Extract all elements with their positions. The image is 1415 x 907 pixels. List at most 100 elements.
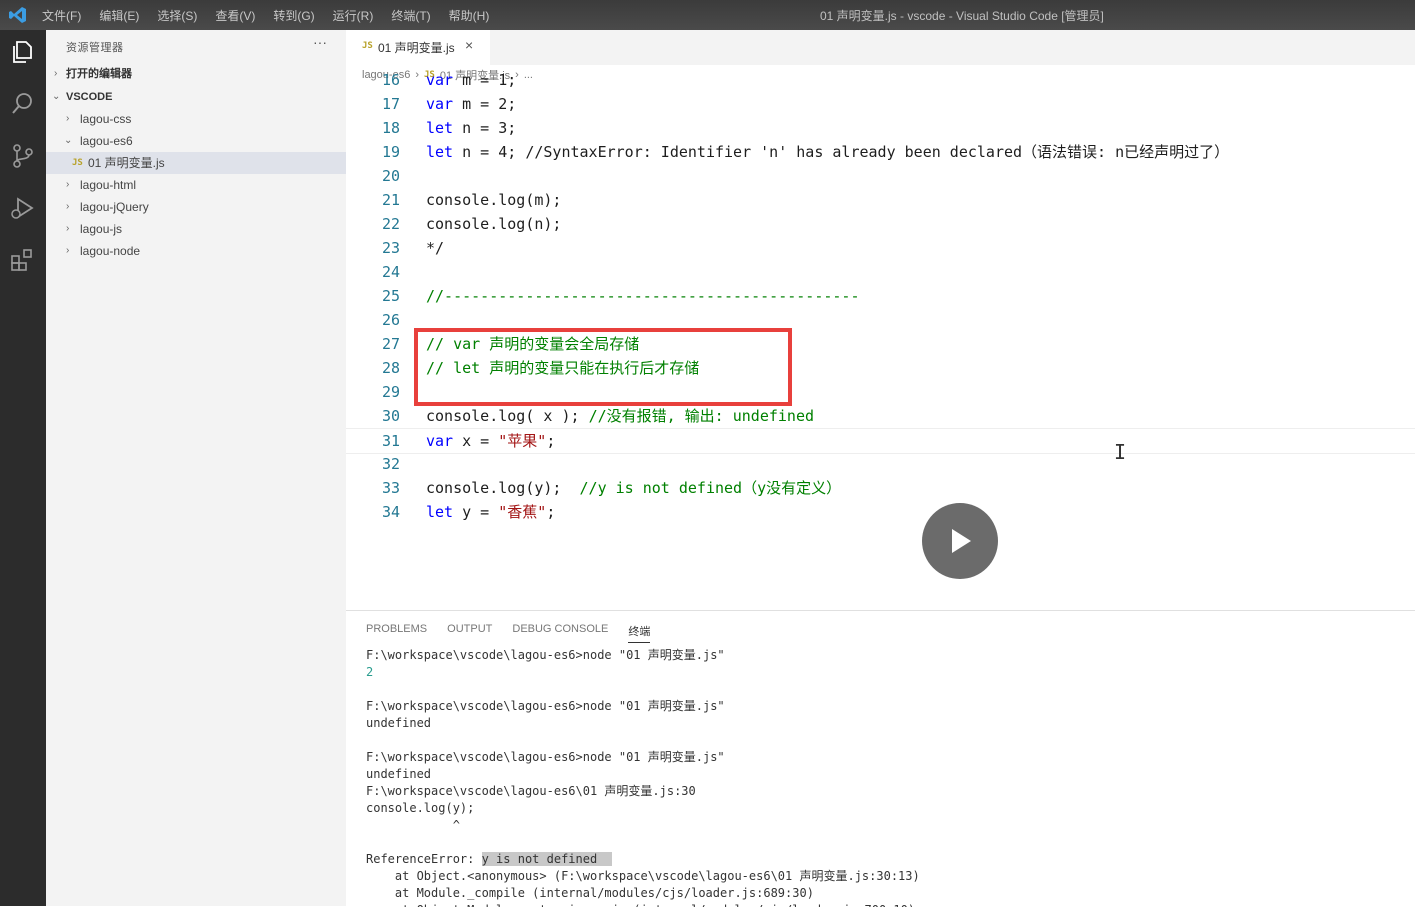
terminal-line: 2 (366, 664, 920, 681)
line-number: 16 (381, 71, 400, 89)
open-editors-label: 打开的编辑器 (66, 68, 132, 80)
menu-bar: 文件(F) 编辑(E) 选择(S) 查看(V) 转到(G) 运行(R) 终端(T… (42, 7, 489, 24)
bottom-panel: PROBLEMS OUTPUT DEBUG CONSOLE 终端 F:\work… (346, 610, 1415, 907)
tab-terminal[interactable]: 终端 (628, 623, 651, 643)
code-line[interactable]: 25 //------------------------------------… (346, 284, 1415, 308)
line-number: 21 (381, 191, 400, 209)
line-content: let y = "香蕉"; (426, 500, 555, 524)
code-token: console.log( x ); (426, 407, 589, 425)
terminal-line: F:\workspace\vscode\lagou-es6>node "01 声… (366, 698, 920, 715)
sidebar-title: 资源管理器 (66, 42, 124, 54)
tree-item-lagou-jquery[interactable]: › lagou-jQuery (46, 196, 346, 218)
terminal-line (366, 681, 920, 698)
tree-item-label: lagou-es6 (80, 134, 133, 148)
tab-debug-console[interactable]: DEBUG CONSOLE (512, 623, 608, 643)
menu-edit[interactable]: 编辑(E) (99, 7, 139, 24)
chevron-right-icon: › (66, 201, 70, 212)
code-line[interactable]: 22 console.log(n); (346, 212, 1415, 236)
line-content: var m = 1; (426, 68, 516, 92)
code-line[interactable]: 34 let y = "香蕉"; (346, 500, 1415, 524)
close-icon[interactable]: × (465, 37, 473, 53)
run-debug-icon[interactable] (9, 194, 37, 222)
line-number: 29 (381, 383, 400, 401)
code-token: var (426, 95, 454, 113)
code-token: "香蕉" (498, 503, 547, 521)
code-line[interactable]: 16 var m = 1; (346, 68, 1415, 92)
code-line[interactable]: 21 console.log(m); (346, 188, 1415, 212)
tree-item-label: lagou-jQuery (80, 200, 149, 214)
menu-selection[interactable]: 选择(S) (157, 7, 197, 24)
line-number: 17 (381, 95, 400, 113)
code-line[interactable]: 20 (346, 164, 1415, 188)
extensions-icon[interactable] (9, 246, 37, 274)
menu-go[interactable]: 转到(G) (273, 7, 314, 24)
terminal-text: ^ (366, 818, 460, 832)
code-token: ; (546, 503, 556, 521)
menu-terminal[interactable]: 终端(T) (391, 7, 430, 24)
tab-declare-vars[interactable]: JS 01 声明变量.js × (346, 30, 490, 65)
explorer-icon[interactable] (9, 38, 37, 66)
code-line[interactable]: 33 console.log(y); //y is not defined（y没有… (346, 476, 1415, 500)
chevron-right-icon: › (54, 68, 58, 79)
line-number: 19 (381, 143, 400, 161)
menu-file[interactable]: 文件(F) (42, 7, 81, 24)
menu-run[interactable]: 运行(R) (333, 7, 374, 24)
more-actions-icon[interactable]: ··· (313, 34, 327, 50)
tree-item-lagou-css[interactable]: › lagou-css (46, 108, 346, 130)
tree-item-label: lagou-css (80, 112, 132, 126)
code-line[interactable]: 18 let n = 3; (346, 116, 1415, 140)
code-line[interactable]: 23 */ (346, 236, 1415, 260)
code-token: console.log(m); (426, 191, 562, 209)
terminal-text: console.log(y); (366, 801, 475, 815)
menu-view[interactable]: 查看(V) (215, 7, 255, 24)
chevron-right-icon: › (66, 179, 70, 190)
terminal-line: ReferenceError: y is not defined (366, 851, 920, 868)
code-line[interactable]: 19 let n = 4; //SyntaxError: Identifier '… (346, 140, 1415, 164)
tree-item-file-declare-vars[interactable]: JS 01 声明变量.js (46, 152, 346, 174)
line-number: 28 (381, 359, 400, 377)
code-line[interactable]: 24 (346, 260, 1415, 284)
line-content: var m = 2; (426, 92, 516, 116)
workspace-label: VSCODE (66, 91, 113, 103)
terminal-text: F:\workspace\vscode\lagou-es6>node "01 声… (366, 750, 725, 764)
tree-item-label: 01 声明变量.js (88, 156, 165, 170)
line-number: 20 (381, 167, 400, 185)
workspace-section[interactable]: ⌄ VSCODE (46, 86, 346, 108)
open-editors-section[interactable]: › 打开的编辑器 (46, 63, 346, 85)
terminal-text: at Object.Module._extensions..js (intern… (366, 903, 915, 907)
tree-item-lagou-node[interactable]: › lagou-node (46, 240, 346, 262)
video-play-button[interactable] (922, 503, 998, 579)
code-line[interactable]: 32 (346, 452, 1415, 476)
code-token: m = 1; (453, 71, 517, 89)
code-token: m = 2; (453, 95, 517, 113)
tree-item-lagou-es6[interactable]: ⌄ lagou-es6 (46, 130, 346, 152)
code-line[interactable]: 30 console.log( x ); //没有报错, 输出: undefine… (346, 404, 1415, 428)
tree-item-label: lagou-html (80, 178, 137, 192)
tree-item-lagou-html[interactable]: › lagou-html (46, 174, 346, 196)
terminal-text: ReferenceError: (366, 852, 482, 866)
tree-item-lagou-js[interactable]: › lagou-js (46, 218, 346, 240)
line-number: 30 (381, 407, 400, 425)
tab-problems[interactable]: PROBLEMS (366, 623, 427, 643)
code-token: console.log(n); (426, 215, 562, 233)
code-line[interactable]: 17 var m = 2; (346, 92, 1415, 116)
terminal-line (366, 732, 920, 749)
code-token: */ (426, 239, 445, 257)
search-icon[interactable] (9, 90, 37, 118)
menu-help[interactable]: 帮助(H) (449, 7, 490, 24)
activity-bar (0, 30, 46, 906)
terminal-output[interactable]: F:\workspace\vscode\lagou-es6>node "01 声… (366, 647, 920, 907)
editor-area: JS 01 声明变量.js × lagou-es6 › JS 01 声明变量.j… (346, 30, 1415, 610)
terminal-text: 2 (366, 665, 374, 679)
code-token: //没有报错, 输出: undefined (588, 407, 815, 425)
terminal-line: ^ (366, 817, 920, 834)
code-token: x = (453, 432, 499, 450)
chevron-down-icon: ⌄ (64, 135, 73, 146)
line-number: 22 (381, 215, 400, 233)
tab-output[interactable]: OUTPUT (447, 623, 492, 643)
terminal-text: at Object.<anonymous> (F:\workspace\vsco… (366, 869, 920, 883)
code-line[interactable]: 31 var x = "苹果"; (346, 428, 1415, 454)
source-control-icon[interactable] (9, 142, 37, 170)
